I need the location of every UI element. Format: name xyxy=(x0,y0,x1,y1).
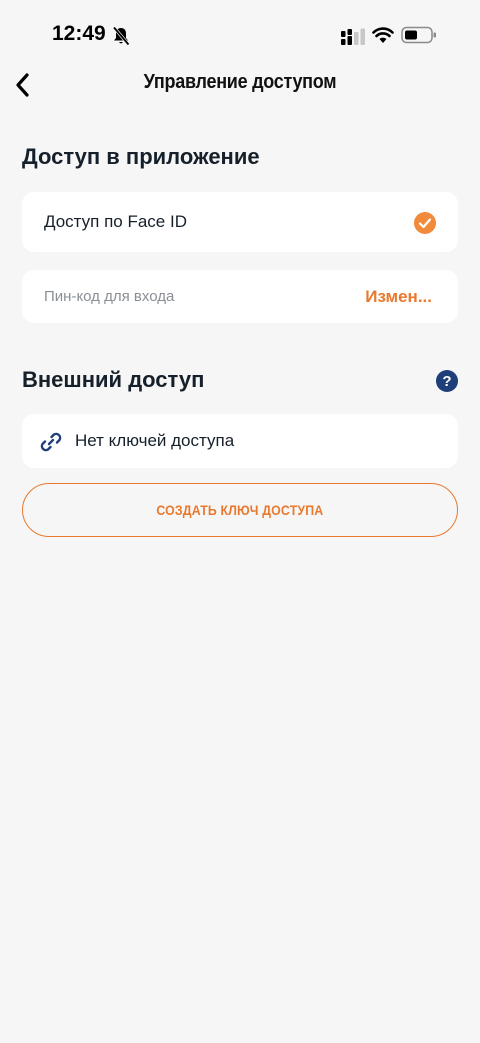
check-glyph-icon xyxy=(418,218,432,229)
help-icon[interactable]: ? xyxy=(436,370,458,392)
pin-code-label: Пин-код для входа xyxy=(44,288,175,305)
face-id-row[interactable]: Доступ по Face ID xyxy=(22,192,458,252)
section-title-app-access: Доступ в приложение xyxy=(22,144,260,169)
page-title: Управление доступом xyxy=(143,71,337,93)
face-id-label: Доступ по Face ID xyxy=(44,212,187,231)
status-time: 12:49 xyxy=(52,22,106,45)
signal-icon xyxy=(341,28,365,45)
section-title-external-access: Внешний доступ xyxy=(22,367,205,392)
battery-icon xyxy=(401,26,436,44)
wifi-icon xyxy=(372,27,394,43)
bell-off-icon xyxy=(112,26,130,46)
checkmark-icon[interactable] xyxy=(414,212,436,234)
pin-code-row[interactable]: Пин-код для входа Измен... xyxy=(22,270,458,323)
access-keys-row: Нет ключей доступа xyxy=(22,414,458,468)
link-icon xyxy=(40,432,62,452)
create-access-key-button[interactable]: СОЗДАТЬ КЛЮЧ ДОСТУПА xyxy=(22,483,458,537)
status-bar: 12:49 xyxy=(0,0,480,70)
no-keys-label: Нет ключей доступа xyxy=(75,431,235,450)
pin-change-link[interactable]: Измен... xyxy=(365,287,432,307)
header: Управление доступом xyxy=(0,62,480,108)
create-access-key-label: СОЗДАТЬ КЛЮЧ ДОСТУПА xyxy=(156,502,324,518)
